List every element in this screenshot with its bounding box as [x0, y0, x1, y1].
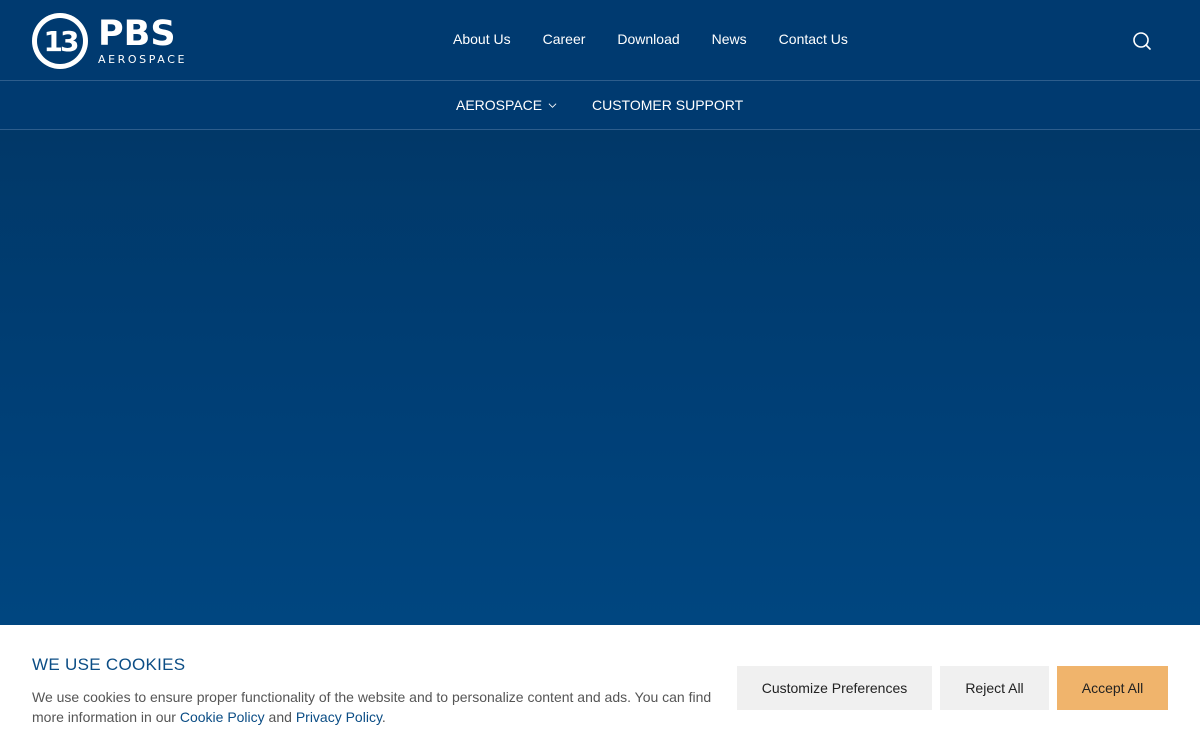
- logo-subtitle: AEROSPACE: [98, 53, 188, 66]
- reject-all-button[interactable]: Reject All: [940, 666, 1049, 710]
- search-icon[interactable]: [1131, 30, 1153, 52]
- accept-all-button[interactable]: Accept All: [1057, 666, 1168, 710]
- logo-badge: 13: [32, 13, 88, 69]
- site-header: 13 PBS AEROSPACE About Us Career Downloa…: [0, 0, 1200, 81]
- privacy-policy-link[interactable]: Privacy Policy: [296, 709, 382, 725]
- subnav-aerospace[interactable]: AEROSPACE: [456, 97, 557, 113]
- nav-contact-us[interactable]: Contact Us: [779, 31, 848, 47]
- cookie-banner: WE USE COOKIES We use cookies to ensure …: [0, 625, 1200, 750]
- subnav-aerospace-label: AEROSPACE: [456, 97, 543, 113]
- customize-preferences-button[interactable]: Customize Preferences: [737, 666, 932, 710]
- nav-about-us[interactable]: About Us: [453, 31, 511, 47]
- logo-name: PBS: [98, 14, 176, 54]
- top-navigation: About Us Career Download News Contact Us: [453, 31, 880, 47]
- nav-news[interactable]: News: [712, 31, 747, 47]
- cookie-description: We use cookies to ensure proper function…: [32, 689, 712, 725]
- hero-banner: [0, 130, 1200, 625]
- sub-navigation: AEROSPACE CUSTOMER SUPPORT: [0, 81, 1200, 130]
- subnav-customer-support[interactable]: CUSTOMER SUPPORT: [592, 97, 743, 113]
- chevron-down-icon: [548, 102, 557, 108]
- pbs-aerospace-logo[interactable]: 13 PBS AEROSPACE: [32, 12, 192, 70]
- cookie-title: WE USE COOKIES: [32, 655, 186, 674]
- nav-career[interactable]: Career: [543, 31, 586, 47]
- cookie-policy-link[interactable]: Cookie Policy: [180, 709, 265, 725]
- subnav-customer-support-label: CUSTOMER SUPPORT: [592, 97, 744, 113]
- nav-download[interactable]: Download: [617, 31, 679, 47]
- logo-badge-number: 13: [43, 24, 80, 58]
